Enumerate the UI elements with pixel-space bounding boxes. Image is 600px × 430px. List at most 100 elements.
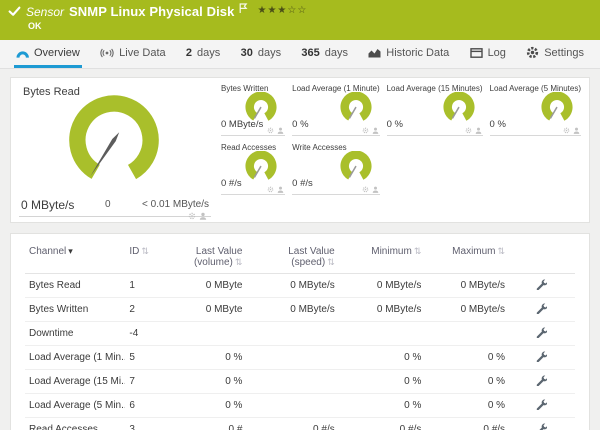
tab-log[interactable]: Log [468, 40, 508, 68]
person-icon[interactable] [277, 127, 284, 134]
table-row[interactable]: Load Average (5 Min... 6 0 % 0 % 0 % [25, 393, 575, 418]
gear-icon[interactable] [362, 186, 369, 193]
gauge-current-value: 0 % [386, 119, 403, 130]
gauge-bytes-written[interactable]: Bytes Written 0 MByte/s [221, 84, 286, 136]
wrench-icon[interactable] [535, 350, 548, 363]
tab-settings[interactable]: Settings [524, 40, 586, 68]
person-icon[interactable] [199, 212, 207, 220]
tab-30-days[interactable]: 30 days [239, 40, 284, 68]
channel-name[interactable]: Bytes Written [25, 297, 126, 322]
maximum: 0 MByte/s [425, 297, 510, 322]
broadcast-icon [100, 48, 114, 57]
table-row[interactable]: Load Average (1 Min... 5 0 % 0 % 0 % [25, 345, 575, 370]
table-row[interactable]: Bytes Written 2 0 MByte 0 MByte/s 0 MByt… [25, 297, 575, 322]
col-header-channel[interactable]: Channel ▾ [25, 240, 126, 274]
maximum: 0 % [425, 393, 510, 418]
gauge-load-average-15-minutes[interactable]: Load Average (15 Minutes) 0 % [386, 84, 483, 136]
minimum: 0 % [338, 393, 426, 418]
channels-table-panel: Channel ▾ ID ⇅ Last Value (volume) ⇅ Last V… [10, 233, 590, 430]
col-header-last-value-speed[interactable]: Last Value (speed) ⇅ [246, 240, 339, 274]
gauge-current-value: 0 #/s [221, 178, 242, 189]
channel-id: 3 [125, 417, 166, 430]
gauge-load-average-5-minutes[interactable]: Load Average (5 Minutes) 0 % [489, 84, 581, 136]
col-header-id[interactable]: ID ⇅ [125, 240, 166, 274]
channel-name[interactable]: Read Accesses [25, 417, 126, 430]
channel-name[interactable]: Load Average (5 Min... [25, 393, 126, 418]
log-window-icon [469, 47, 483, 58]
person-icon[interactable] [277, 186, 284, 193]
gauge-scale-min: 0 [105, 199, 111, 210]
maximum: 0 #/s [425, 417, 510, 430]
tab-label: days [257, 46, 282, 59]
gauge-current-value: 0 % [292, 119, 309, 130]
tab-label: Log [487, 46, 506, 59]
maximum: 0 % [425, 345, 510, 370]
sort-icon: ⇅ [497, 246, 506, 256]
tab-overview[interactable]: Overview [14, 40, 82, 68]
gear-icon[interactable] [465, 127, 472, 134]
gauge-write-accesses[interactable]: Write Accesses 0 #/s [292, 143, 380, 195]
last-value-speed [246, 321, 339, 346]
minimum: 0 % [338, 345, 426, 370]
channel-name[interactable]: Bytes Read [25, 273, 126, 298]
table-row[interactable]: Downtime -4 [25, 321, 575, 346]
gauge-current-value: 0 % [489, 119, 506, 130]
gear-icon[interactable] [267, 186, 274, 193]
last-value-volume: 0 MByte [165, 297, 247, 322]
last-value-speed: 0 #/s [246, 417, 339, 430]
minimum: 0 % [338, 369, 426, 394]
small-gauge [340, 151, 372, 182]
last-value-volume: 0 % [165, 393, 247, 418]
channel-id: 6 [125, 393, 166, 418]
col-header-maximum[interactable]: Maximum ⇅ [425, 240, 510, 274]
tab-label: Settings [544, 46, 584, 59]
priority-flag-icon[interactable] [239, 3, 248, 14]
tab-label: days [197, 46, 221, 59]
area-chart-icon [368, 49, 381, 58]
channel-id: 2 [125, 297, 166, 322]
object-kind-label: Sensor [26, 4, 65, 19]
table-row[interactable]: Load Average (15 Mi... 7 0 % 0 % 0 % [25, 369, 575, 394]
gear-icon[interactable] [362, 127, 369, 134]
maximum [425, 321, 510, 346]
wrench-icon[interactable] [535, 326, 548, 339]
wrench-icon[interactable] [535, 278, 548, 291]
person-icon[interactable] [372, 127, 379, 134]
channel-id: 1 [125, 273, 166, 298]
table-row[interactable]: Bytes Read 1 0 MByte 0 MByte/s 0 MByte/s… [25, 273, 575, 298]
person-icon[interactable] [573, 127, 580, 134]
wrench-icon[interactable] [535, 398, 548, 411]
wrench-icon[interactable] [535, 302, 548, 315]
gear-icon[interactable] [267, 127, 274, 134]
person-icon[interactable] [372, 186, 379, 193]
tab-2-days[interactable]: 2 days [184, 40, 222, 68]
tab-live-data[interactable]: Live Data [98, 40, 167, 68]
gear-icon[interactable] [188, 212, 196, 220]
tab-label: Live Data [119, 46, 166, 59]
table-row[interactable]: Read Accesses 3 0 # 0 #/s 0 #/s 0 #/s [25, 417, 575, 430]
tab-historic-data[interactable]: Historic Data [366, 40, 451, 68]
channel-id: 5 [125, 345, 166, 370]
sort-icon: ⇅ [234, 257, 243, 267]
person-icon[interactable] [475, 127, 482, 134]
gear-icon[interactable] [563, 127, 570, 134]
channel-name[interactable]: Load Average (1 Min... [25, 345, 126, 370]
small-gauges-grid: Bytes Written 0 MByte/s Load Average (1 … [221, 84, 581, 216]
minimum: 0 MByte/s [338, 273, 426, 298]
gauge-bytes-read[interactable]: Bytes Read 0 MByte/s 0 < 0.01 MByte/s [19, 84, 211, 220]
col-header-last-value-volume[interactable]: Last Value (volume) ⇅ [165, 240, 247, 274]
wrench-icon[interactable] [535, 422, 548, 430]
tab-365-days[interactable]: 365 days [299, 40, 350, 68]
favorite-stars[interactable]: ★★★☆☆ [257, 5, 307, 16]
last-value-volume: 0 % [165, 369, 247, 394]
col-header-minimum[interactable]: Minimum ⇅ [338, 240, 426, 274]
minimum: 0 #/s [338, 417, 426, 430]
last-value-volume [165, 321, 247, 346]
sort-desc-icon: ▾ [68, 246, 73, 256]
channel-name[interactable]: Load Average (15 Mi... [25, 369, 126, 394]
channel-name[interactable]: Downtime [25, 321, 126, 346]
gauge-load-average-1-minute[interactable]: Load Average (1 Minute) 0 % [292, 84, 380, 136]
gauge-read-accesses[interactable]: Read Accesses 0 #/s [221, 143, 286, 195]
wrench-icon[interactable] [535, 374, 548, 387]
channel-id: -4 [125, 321, 166, 346]
